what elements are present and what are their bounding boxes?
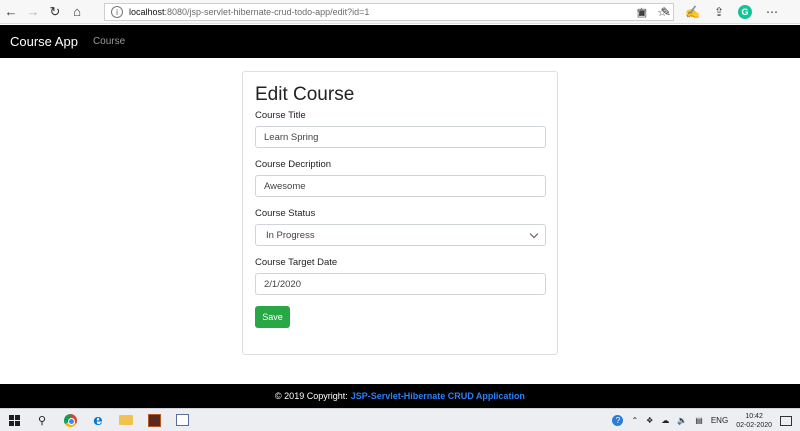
more-menu-icon[interactable]: ⋯ bbox=[766, 5, 778, 19]
course-date-group: Course Target Date 2/1/2020 bbox=[255, 257, 546, 295]
home-icon[interactable]: ⌂ bbox=[66, 0, 88, 24]
course-description-group: Course Decription Awesome bbox=[255, 159, 546, 197]
grammarly-extension-icon[interactable]: G bbox=[738, 5, 752, 19]
course-status-label: Course Status bbox=[255, 208, 316, 219]
share-icon[interactable]: ⇪ bbox=[714, 5, 724, 19]
windows-taskbar: ⚲ e ? ⌃ ❖ ☁ 🔉 ▤ ENG 10:42 02-02-2020 bbox=[0, 408, 800, 431]
notification-icon[interactable] bbox=[780, 415, 792, 426]
address-bar[interactable]: i localhost:8080/jsp-servlet-hibernate-c… bbox=[104, 3, 674, 21]
footer-copyright: © 2019 Copyright: bbox=[275, 391, 348, 401]
clock-time: 10:42 bbox=[745, 412, 763, 420]
favorites-list-icon[interactable]: ☆ bbox=[636, 5, 647, 19]
course-status-select[interactable]: In Progress bbox=[255, 224, 546, 246]
course-title-group: Course Title Learn Spring bbox=[255, 110, 546, 148]
page-title: Edit Course bbox=[255, 84, 355, 105]
save-button[interactable]: Save bbox=[255, 306, 290, 328]
system-tray: ? ⌃ ❖ ☁ 🔉 ▤ ENG 10:42 02-02-2020 bbox=[612, 409, 800, 431]
app-icon[interactable] bbox=[140, 409, 168, 431]
footer-link[interactable]: JSP-Servlet-Hibernate CRUD Application bbox=[351, 391, 525, 401]
page-footer: © 2019 Copyright: JSP-Servlet-Hibernate … bbox=[0, 384, 800, 408]
window-app-icon[interactable] bbox=[168, 409, 196, 431]
course-description-input[interactable]: Awesome bbox=[255, 175, 546, 197]
course-status-value: In Progress bbox=[266, 229, 315, 241]
cloud-icon[interactable]: ☁ bbox=[661, 416, 669, 425]
clock[interactable]: 10:42 02-02-2020 bbox=[736, 412, 772, 430]
language-indicator[interactable]: ENG bbox=[711, 416, 728, 425]
forward-arrow-icon[interactable]: → bbox=[22, 0, 44, 24]
refresh-icon[interactable]: ↻ bbox=[44, 0, 66, 24]
edge-icon[interactable]: e bbox=[84, 409, 112, 431]
help-icon[interactable]: ? bbox=[612, 415, 624, 426]
clock-date: 02-02-2020 bbox=[736, 421, 772, 429]
url-path: :8080/jsp-servlet-hibernate-crud-todo-ap… bbox=[164, 7, 370, 17]
browser-toolbar: ← → ↻ ⌂ i localhost:8080/jsp-servlet-hib… bbox=[0, 0, 800, 24]
course-date-input[interactable]: 2/1/2020 bbox=[255, 273, 546, 295]
chrome-icon[interactable] bbox=[56, 409, 84, 431]
site-info-icon[interactable]: i bbox=[111, 6, 123, 18]
windows-start-icon[interactable] bbox=[0, 409, 28, 431]
edit-course-card: Edit Course Course Title Learn Spring Co… bbox=[242, 71, 558, 355]
course-description-label: Course Decription bbox=[255, 159, 332, 170]
nav-link-course[interactable]: Course bbox=[93, 36, 125, 47]
chevron-up-icon[interactable]: ⌃ bbox=[631, 416, 638, 425]
network-icon[interactable]: ▤ bbox=[695, 416, 703, 425]
course-title-label: Course Title bbox=[255, 110, 306, 121]
volume-icon[interactable]: 🔉 bbox=[677, 416, 687, 425]
collections-icon[interactable]: ✎ bbox=[661, 5, 671, 19]
navbar-brand[interactable]: Course App bbox=[10, 34, 78, 49]
pen-icon[interactable]: ✍ bbox=[685, 5, 700, 19]
dropbox-icon[interactable]: ❖ bbox=[646, 416, 653, 425]
course-date-label: Course Target Date bbox=[255, 257, 338, 268]
course-status-group: Course Status In Progress bbox=[255, 208, 546, 246]
course-title-input[interactable]: Learn Spring bbox=[255, 126, 546, 148]
app-navbar: Course App Course bbox=[0, 25, 800, 58]
chevron-down-icon bbox=[529, 229, 539, 238]
file-explorer-icon[interactable] bbox=[112, 409, 140, 431]
url-host: localhost bbox=[129, 7, 165, 17]
search-icon[interactable]: ⚲ bbox=[28, 409, 56, 431]
back-arrow-icon[interactable]: ← bbox=[0, 0, 22, 24]
